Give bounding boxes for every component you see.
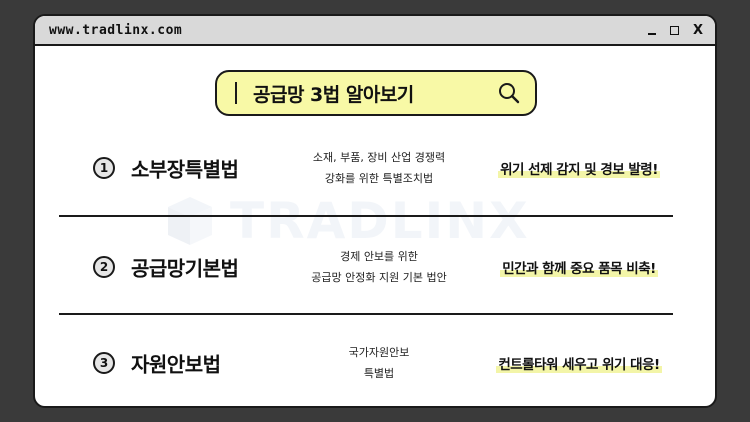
row-number-badge: 2 [93, 256, 115, 278]
row-number-badge: 1 [93, 157, 115, 179]
law-description: 국가자원안보 특별법 [279, 342, 479, 384]
text-caret [235, 82, 237, 104]
maximize-icon[interactable] [669, 25, 679, 35]
description-line: 소재, 부품, 장비 산업 경쟁력 [312, 151, 446, 164]
search-query[interactable]: 공급망 3법 알아보기 [253, 80, 497, 107]
browser-window: www.tradlinx.com X TRADLINX 공급망 3법 알아보기 … [33, 14, 717, 408]
url-text: www.tradlinx.com [49, 22, 183, 38]
law-description: 경제 안보를 위한 공급망 안정화 지원 기본 법안 [279, 246, 479, 288]
law-row: 2 공급망기본법 경제 안보를 위한 공급망 안정화 지원 기본 법안 민간과 … [59, 232, 673, 302]
description-line: 국가자원안보 [348, 346, 410, 359]
description-line: 공급망 안정화 지원 기본 법안 [311, 271, 447, 284]
law-row: 1 소부장특별법 소재, 부품, 장비 산업 경쟁력 강화를 위한 특별조치법 … [59, 133, 673, 203]
description-line: 특별법 [363, 367, 395, 380]
law-highlight: 컨트롤타워 세우고 위기 대응! [479, 353, 679, 373]
description-line: 강화를 위한 특별조치법 [324, 172, 434, 185]
law-name: 자원안보법 [131, 352, 221, 377]
law-name: 공급망기본법 [131, 256, 239, 281]
law-row: 3 자원안보법 국가자원안보 특별법 컨트롤타워 세우고 위기 대응! [59, 328, 673, 398]
close-icon[interactable]: X [693, 24, 703, 37]
minimize-icon[interactable] [647, 25, 656, 35]
divider [59, 215, 673, 217]
law-description: 소재, 부품, 장비 산업 경쟁력 강화를 위한 특별조치법 [279, 147, 479, 189]
description-line: 경제 안보를 위한 [340, 250, 418, 263]
highlight-text: 컨트롤타워 세우고 위기 대응! [496, 357, 662, 373]
law-highlight: 민간과 함께 중요 품목 비축! [479, 257, 679, 277]
window-controls: X [647, 24, 703, 37]
law-name: 소부장특별법 [131, 157, 239, 182]
row-number-badge: 3 [93, 352, 115, 374]
title-bar: www.tradlinx.com X [35, 16, 715, 46]
divider [59, 313, 673, 315]
law-highlight: 위기 선제 감지 및 경보 발령! [479, 158, 679, 178]
search-bar[interactable]: 공급망 3법 알아보기 [215, 70, 537, 116]
highlight-text: 위기 선제 감지 및 경보 발령! [498, 162, 660, 178]
search-icon[interactable] [497, 81, 521, 105]
highlight-text: 민간과 함께 중요 품목 비축! [500, 261, 658, 277]
